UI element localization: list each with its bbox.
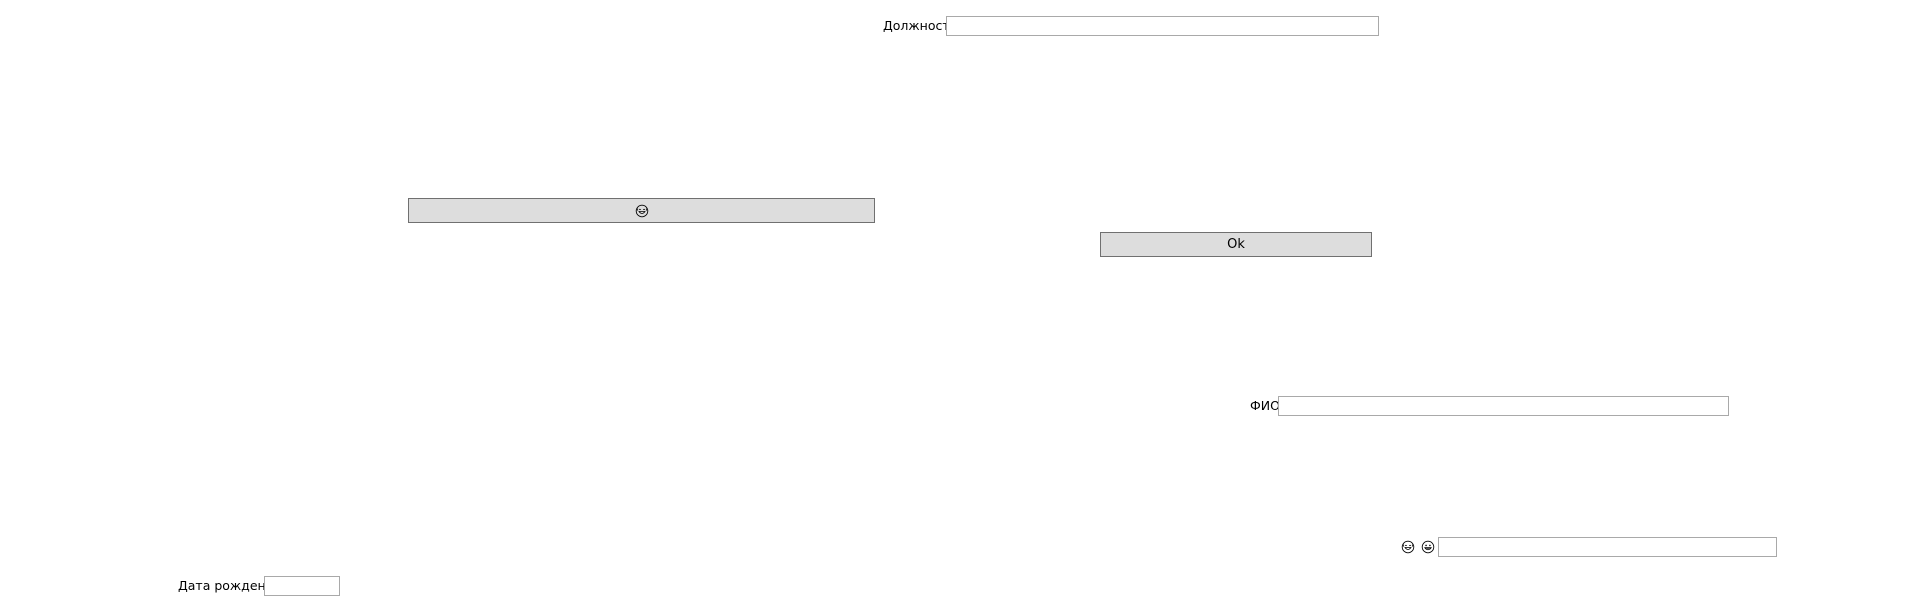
birthdate-input[interactable]	[264, 576, 340, 596]
fullname-input[interactable]	[1278, 396, 1729, 416]
emoji-button[interactable]	[408, 198, 875, 223]
laughing-face-icon	[635, 204, 649, 218]
grinning-face-icon	[1421, 540, 1435, 554]
position-input[interactable]	[946, 16, 1379, 36]
laughing-face-icon	[1401, 540, 1415, 554]
fullname-label: ФИО	[1250, 398, 1280, 413]
emoji-row-input[interactable]	[1438, 537, 1777, 557]
ok-button[interactable]: Ok	[1100, 232, 1372, 257]
